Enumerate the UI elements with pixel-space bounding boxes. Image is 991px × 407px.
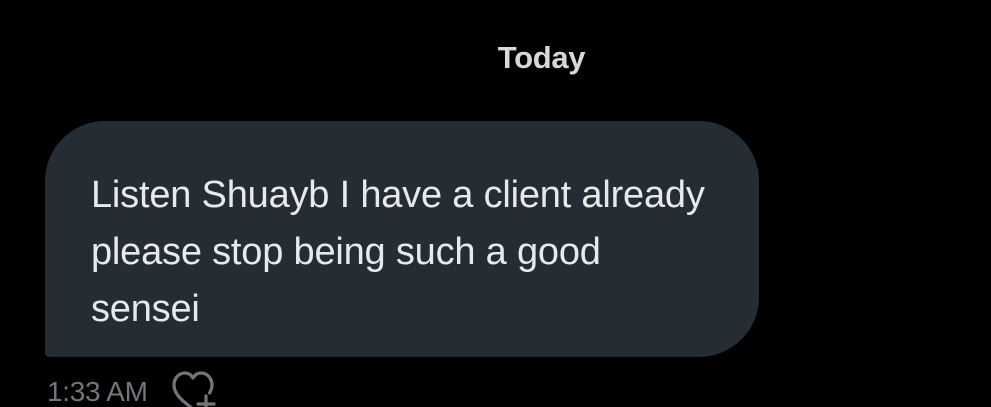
message-bubble[interactable]: Listen Shuayb I have a client already pl… <box>45 121 759 357</box>
add-reaction-button[interactable] <box>170 369 216 407</box>
message-text: Listen Shuayb I have a client already pl… <box>91 174 705 330</box>
date-divider: Today <box>497 40 586 75</box>
heart-plus-icon <box>170 369 216 407</box>
message-timestamp: 1:33 AM <box>47 376 148 407</box>
dm-conversation: Today Listen Shuayb I have a client alre… <box>0 0 991 407</box>
message-meta: 1:33 AM <box>47 369 216 407</box>
